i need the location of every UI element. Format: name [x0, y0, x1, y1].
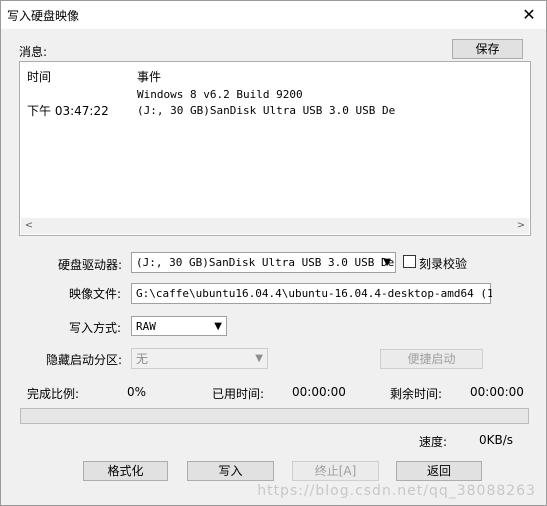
row-event: (J:, 30 GB)SanDisk Ultra USB 3.0 USB De	[137, 104, 396, 117]
verify-checkbox[interactable]	[403, 255, 416, 268]
row-event: Windows 8 v6.2 Build 9200	[137, 88, 303, 101]
progress-value: 0%	[127, 385, 147, 399]
elapsed-value: 00:00:00	[292, 385, 346, 399]
image-file-label: 映像文件:	[69, 287, 122, 301]
hidden-partition-value: 无	[136, 352, 149, 366]
quick-boot-button[interactable]: 便捷启动	[380, 349, 483, 369]
remaining-label: 剩余时间:	[390, 387, 443, 401]
verify-label[interactable]: 刻录校验	[419, 255, 467, 272]
image-file-value: G:\caffe\ubuntu16.04.4\ubuntu-16.04.4-de…	[136, 287, 492, 300]
save-button[interactable]: 保存	[452, 39, 523, 59]
title-bar: 写入硬盘映像 ✕	[1, 1, 546, 29]
abort-button[interactable]: 终止[A]	[292, 461, 379, 481]
write-disk-image-dialog: 写入硬盘映像 ✕ 消息: 保存 时间 事件 下午 03:47:22 Window…	[0, 0, 547, 506]
chevron-down-icon: ▼	[214, 321, 222, 332]
elapsed-label: 已用时间:	[212, 387, 265, 401]
drive-select[interactable]: (J:, 30 GB)SanDisk Ultra USB 3.0 USB De …	[131, 252, 396, 273]
progress-bar	[20, 408, 529, 424]
drive-select-value: (J:, 30 GB)SanDisk Ultra USB 3.0 USB De	[136, 256, 395, 269]
speed-value: 0KB/s	[479, 433, 514, 447]
messages-label: 消息:	[19, 45, 48, 59]
drive-label: 硬盘驱动器:	[58, 258, 123, 272]
write-button[interactable]: 写入	[187, 461, 274, 481]
hidden-partition-label: 隐藏启动分区:	[46, 353, 123, 367]
chevron-down-icon: ▼	[383, 257, 391, 268]
remaining-value: 00:00:00	[470, 385, 524, 399]
write-mode-value: RAW	[136, 320, 156, 333]
column-header-event[interactable]: 事件	[137, 68, 161, 85]
column-header-time[interactable]: 时间	[27, 68, 51, 85]
back-button[interactable]: 返回	[396, 461, 482, 481]
hidden-partition-select[interactable]: 无 ▼	[131, 348, 268, 369]
progress-label: 完成比例:	[27, 387, 80, 401]
window-title: 写入硬盘映像	[7, 9, 80, 23]
write-mode-label: 写入方式:	[69, 321, 122, 335]
watermark-text: https://blog.csdn.net/qq_38088263	[257, 483, 536, 499]
scroll-left-icon[interactable]: <	[21, 218, 37, 234]
scroll-right-icon[interactable]: >	[513, 218, 529, 234]
format-button[interactable]: 格式化	[83, 461, 168, 481]
close-icon[interactable]: ✕	[512, 1, 546, 29]
row-time: 下午 03:47:22	[27, 104, 109, 118]
message-list[interactable]: 时间 事件 下午 03:47:22 Windows 8 v6.2 Build 9…	[19, 61, 531, 236]
image-file-field[interactable]: G:\caffe\ubuntu16.04.4\ubuntu-16.04.4-de…	[131, 283, 492, 304]
chevron-down-icon: ▼	[255, 353, 263, 364]
write-mode-select[interactable]: RAW ▼	[131, 316, 227, 336]
speed-label: 速度:	[419, 435, 448, 449]
horizontal-scrollbar[interactable]: < >	[21, 218, 529, 234]
